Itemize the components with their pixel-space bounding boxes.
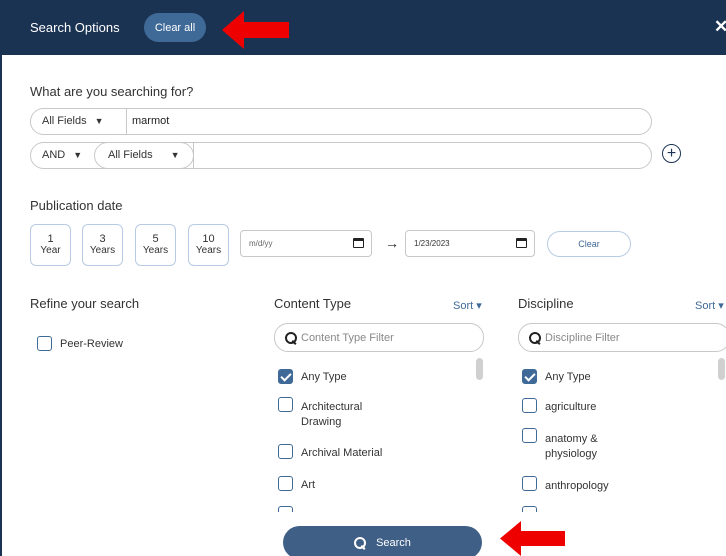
- discipline-filter-input[interactable]: Discipline Filter: [518, 323, 726, 352]
- chevron-down-icon: ▼: [170, 150, 180, 160]
- discipline-sort-button[interactable]: Sort ▾: [695, 299, 724, 312]
- discipline-checkbox-anthropology[interactable]: [522, 476, 537, 491]
- discipline-scrollbar[interactable]: [718, 358, 725, 380]
- content-type-label: Any Type: [301, 371, 347, 383]
- content-type-sort-button[interactable]: Sort ▾: [453, 299, 482, 312]
- refine-heading: Refine your search: [30, 296, 140, 311]
- range-5-years-button[interactable]: 5 Years: [135, 224, 176, 266]
- dialog-header: Search Options Clear all ✕: [2, 0, 726, 55]
- content-type-checkbox-art[interactable]: [278, 476, 293, 491]
- content-type-scrollbar[interactable]: [476, 358, 483, 380]
- content-type-filter-input[interactable]: Content Type Filter: [274, 323, 484, 352]
- operator-select[interactable]: AND ▼: [42, 149, 82, 161]
- content-type-label: Architectural Drawing: [301, 401, 363, 428]
- range-1-year-button[interactable]: 1 Year: [30, 224, 71, 266]
- calendar-icon[interactable]: [516, 238, 527, 248]
- discipline-label: anatomy & physiology: [545, 433, 598, 460]
- discipline-label: anthropology: [545, 480, 609, 492]
- search-icon: [529, 331, 541, 344]
- search-options-dialog: Search Options Clear all ✕ What are you …: [0, 0, 726, 556]
- divider: [126, 108, 127, 135]
- red-arrow-left-icon: [500, 521, 565, 556]
- search-icon: [285, 331, 297, 344]
- range-3-years-button[interactable]: 3 Years: [82, 224, 123, 266]
- discipline-checkbox-partial[interactable]: [522, 506, 537, 512]
- search-icon: [354, 536, 367, 549]
- dialog-title: Search Options: [30, 20, 120, 35]
- chevron-down-icon: ▼: [94, 116, 104, 126]
- field-select-1[interactable]: All Fields ▼: [42, 115, 104, 127]
- discipline-heading: Discipline: [518, 296, 574, 311]
- search-button[interactable]: Search: [283, 526, 482, 556]
- query-heading: What are you searching for?: [30, 84, 194, 99]
- content-type-checkbox-partial[interactable]: [278, 506, 293, 512]
- content-type-checkbox-architectural-drawing[interactable]: [278, 397, 293, 412]
- calendar-icon[interactable]: [353, 238, 364, 248]
- arrow-right-icon: →: [385, 235, 399, 251]
- range-10-years-button[interactable]: 10 Years: [188, 224, 229, 266]
- search-term-input-1[interactable]: marmot: [132, 115, 169, 127]
- content-type-heading: Content Type: [274, 296, 352, 311]
- publication-date-heading: Publication date: [30, 198, 123, 213]
- peer-review-checkbox[interactable]: [37, 336, 52, 351]
- content-type-label: Art: [301, 479, 316, 491]
- content-type-label: Archival Material: [301, 447, 383, 459]
- field-select-2[interactable]: All Fields ▼: [108, 149, 180, 161]
- red-arrow-left-icon: [222, 11, 289, 49]
- divider: [193, 142, 194, 169]
- discipline-label: agriculture: [545, 401, 597, 413]
- content-type-checkbox-archival-material[interactable]: [278, 444, 293, 459]
- chevron-down-icon: ▼: [73, 150, 83, 160]
- clear-all-button[interactable]: Clear all: [144, 13, 206, 42]
- peer-review-label: Peer-Review: [60, 338, 123, 350]
- discipline-checkbox-agriculture[interactable]: [522, 398, 537, 413]
- discipline-label: Any Type: [545, 371, 591, 383]
- discipline-checkbox-any-type[interactable]: [522, 369, 537, 384]
- add-row-plus-icon[interactable]: +: [662, 144, 681, 163]
- close-icon[interactable]: ✕: [714, 17, 726, 37]
- content-type-checkbox-any-type[interactable]: [278, 369, 293, 384]
- query-row-1: [30, 108, 652, 135]
- discipline-checkbox-anatomy-physiology[interactable]: [522, 428, 537, 443]
- clear-date-button[interactable]: Clear: [547, 231, 631, 257]
